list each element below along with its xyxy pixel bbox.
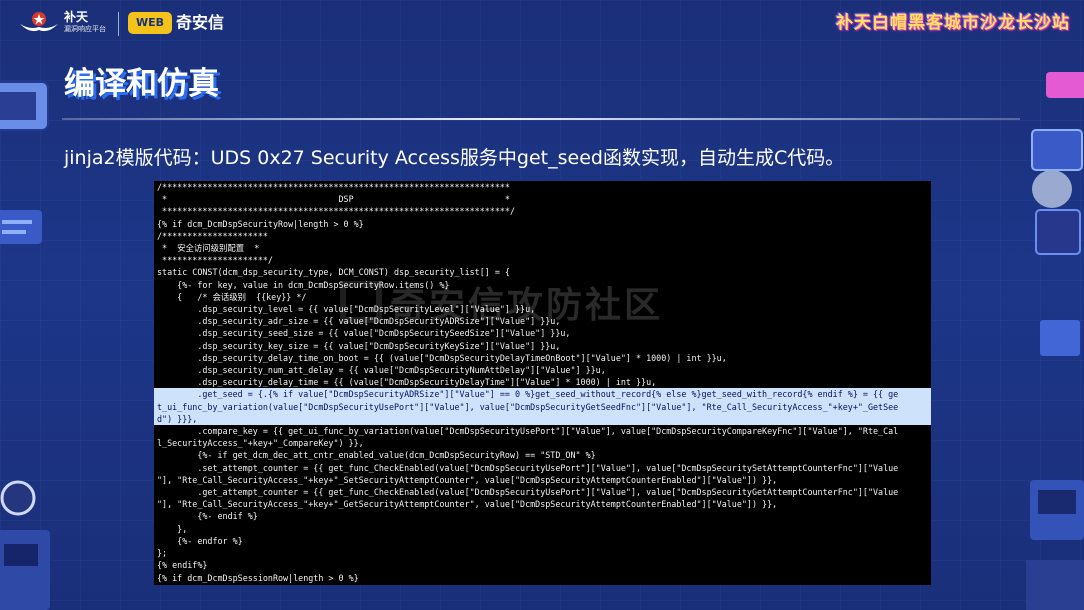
- code-line: .dsp_security_delay_time = {{ (value["Dc…: [157, 377, 657, 388]
- code-line: "], "Rte_Call_SecurityAccess_"+key+"_Get…: [157, 499, 778, 510]
- code-line: l_SecurityAccess_"+key+"_CompareKey") }}…: [157, 438, 364, 449]
- code-line: .get_seed = {.{% if value["DcmDspSecurit…: [154, 388, 931, 401]
- code-line: {% if dcm_DcmDspSecurityRow|length > 0 %…: [157, 218, 364, 229]
- code-line: .dsp_security_adr_size = {{ value["DcmDs…: [157, 316, 561, 327]
- code-line: {%- endif %}: [157, 511, 258, 522]
- code-line: *********************/: [157, 255, 273, 266]
- code-line: .dsp_security_key_size = {{ value["DcmDs…: [157, 340, 561, 351]
- butian-logo-text: 补天 漏洞响应平台: [64, 10, 106, 34]
- code-line: .set_attempt_counter = {{ get_func_Check…: [157, 462, 899, 473]
- code-line: .dsp_security_seed_size = {{ value["DcmD…: [157, 328, 571, 339]
- code-line: {%- if get_dcm_dec_att_cntr_enabled_valu…: [157, 450, 596, 461]
- code-line: * 安全访问级别配置 *: [157, 243, 260, 254]
- event-title: 补天白帽黑客城市沙龙长沙站: [836, 13, 1070, 33]
- code-line: /*********************: [157, 230, 268, 241]
- code-line: { /* 会话级别 {{key}} */: [157, 291, 307, 302]
- code-lines: /********************* ******************…: [154, 181, 931, 584]
- code-line: {%- for key, value in dcm_DcmDspSecurity…: [157, 279, 450, 290]
- code-line: .get_attempt_counter = {{ get_func_Check…: [157, 487, 899, 498]
- code-line: ****************************************…: [157, 206, 515, 217]
- code-line: },: [157, 523, 188, 534]
- code-line: {% endif%}: [157, 560, 208, 571]
- slide-subtitle: jinja2模版代码：UDS 0x27 Security Access服务中ge…: [64, 147, 845, 169]
- code-line: {% if dcm_DcmDspSessionRow|length > 0 %}: [157, 572, 359, 583]
- title-divider: [62, 118, 1020, 120]
- code-line: {%- endfor %}: [157, 535, 243, 546]
- butian-logo-icon: [20, 12, 58, 32]
- qax-logo-badge: WEB: [128, 12, 172, 34]
- qax-logo-text: 奇安信: [176, 13, 225, 32]
- header-bar: 补天 漏洞响应平台 WEB 奇安信 补天白帽黑客城市沙龙长沙站: [0, 0, 1084, 48]
- code-line: d") }}},: [154, 412, 931, 426]
- code-line: .dsp_security_delay_time_on_boot = {{ (v…: [157, 352, 727, 363]
- butian-logo-tagline: 漏洞响应平台: [64, 25, 106, 33]
- code-line: /***************************************…: [157, 182, 510, 192]
- code-line: };: [157, 548, 168, 559]
- code-line: .dsp_security_level = {{ value["DcmDspSe…: [157, 304, 536, 315]
- code-line: .compare_key = {{ get_ui_func_by_variati…: [157, 426, 899, 437]
- code-line: static CONST(dcm_dsp_security_type, DCM_…: [157, 267, 510, 278]
- decoration-left: [0, 81, 50, 610]
- code-line: "], "Rte_Call_SecurityAccess_"+key+"_Set…: [157, 474, 778, 485]
- slide-title: 编译和仿真: [64, 66, 219, 102]
- code-line: * DSP *: [157, 194, 510, 205]
- decoration-right: [1026, 72, 1084, 610]
- code-line: t_ui_func_by_variation(value["DcmDspSecu…: [154, 400, 931, 413]
- code-panel: /********************* ******************…: [154, 181, 931, 585]
- code-line: .dsp_security_num_att_delay = {{ value["…: [157, 365, 606, 376]
- butian-logo-name: 补天: [64, 10, 89, 24]
- logo-divider: [118, 12, 119, 36]
